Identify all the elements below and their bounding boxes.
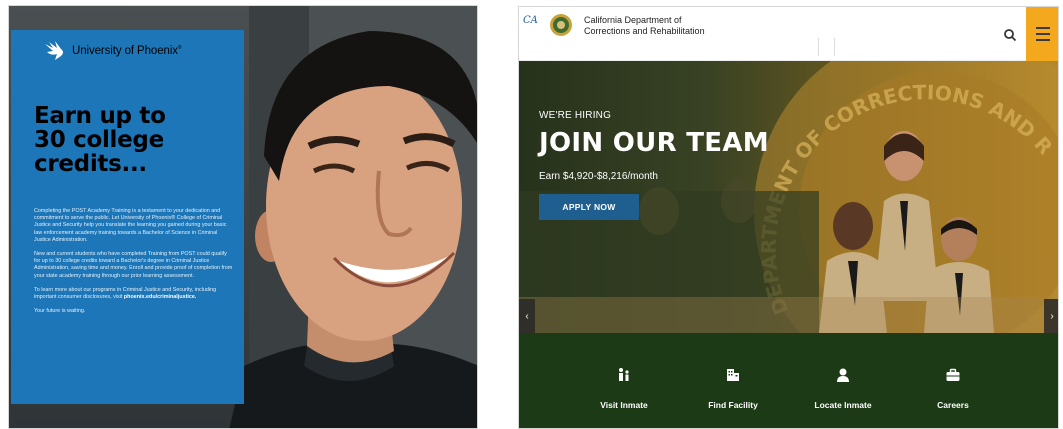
ad-closing: Your future is waiting. [34,308,86,315]
header-divider [834,38,835,56]
ad-paragraph-2: New and current students who have comple… [34,251,233,279]
person-icon [837,368,849,382]
header-divider [818,38,819,56]
quick-link-locate-inmate[interactable]: Locate Inmate [788,333,898,428]
search-icon[interactable] [1003,28,1017,42]
ad-headline: Earn up to 30 college credits... [34,104,234,176]
uopx-logo: University of Phoenix® [43,40,182,62]
quick-links-bar: Visit Inmate Find Facility Locate Inmate [519,333,1058,428]
phoenix-bird-icon [45,41,63,60]
ad-body-copy: Completing the POST Academy Training is … [34,208,234,322]
ad-headline-line-1: Earn up to [34,103,166,129]
quick-link-label: Visit Inmate [600,400,648,410]
hero-banner: DEPARTMENT OF CORRECTIONS AND REHABILITA… [519,61,1058,333]
cdcr-website: CA California Department of Corrections … [518,6,1059,429]
quick-link-visit-inmate[interactable]: Visit Inmate [569,333,679,428]
hero-kicker: WE'RE HIRING [539,110,612,121]
menu-bar-icon [1036,27,1050,29]
menu-bar-icon [1036,33,1050,35]
ad-headline-line-3: credits... [34,151,147,177]
cdcr-seal-icon[interactable] [549,13,573,37]
uopx-brand-name: University of Phoenix® [72,45,182,57]
carousel-prev-button[interactable]: ‹ [519,299,535,333]
site-header: CA California Department of Corrections … [519,7,1058,61]
hero-salary: Earn $4,920-$8,216/month [539,171,658,182]
agency-name[interactable]: California Department of Corrections and… [584,15,705,37]
ca-gov-logo[interactable]: CA [523,15,545,37]
ad-headline-line-2: 30 college [34,127,164,153]
carousel-next-button[interactable]: › [1044,299,1058,333]
quick-link-label: Find Facility [708,400,758,410]
quick-link-find-facility[interactable]: Find Facility [678,333,788,428]
ad-learn-more-link[interactable]: phoenix.edu/criminaljustice. [124,294,197,300]
briefcase-icon [946,368,960,381]
quick-link-label: Locate Inmate [814,400,872,410]
university-ad: University of Phoenix® Earn up to 30 col… [8,5,478,429]
registered-mark: ® [177,45,182,52]
apply-now-button[interactable]: APPLY NOW [539,194,639,220]
quick-link-careers[interactable]: Careers [898,333,1008,428]
menu-bar-icon [1036,39,1050,41]
hamburger-menu-button[interactable] [1026,7,1058,61]
ad-paragraph-3: To learn more about our programs in Crim… [34,287,234,301]
agency-name-line-1: California Department of [584,15,682,25]
visit-people-icon [619,368,629,381]
ad-paragraph-1: Completing the POST Academy Training is … [34,208,227,243]
building-icon [727,369,739,381]
quick-link-label: Careers [937,400,969,410]
agency-name-line-2: Corrections and Rehabilitation [584,26,705,36]
hero-title: JOIN OUR TEAM [539,128,769,158]
